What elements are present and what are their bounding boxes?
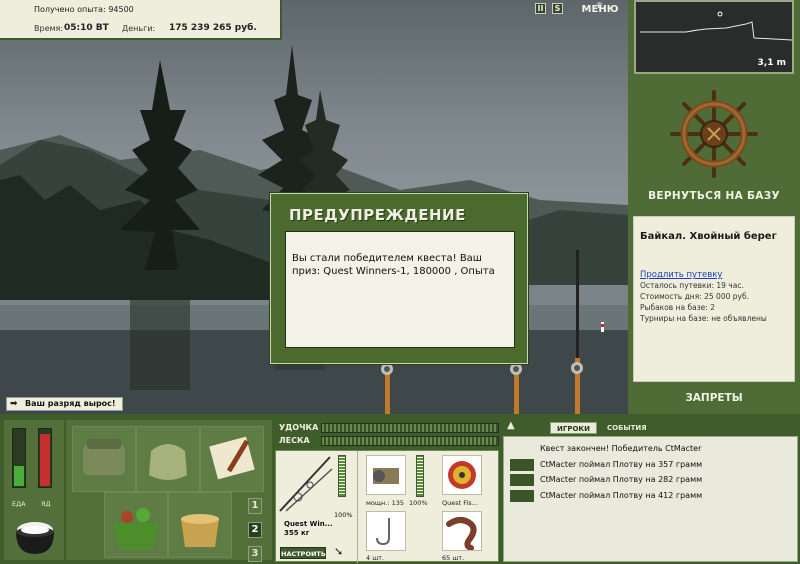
dialog-message: Вы стали победителем квеста! Ваш приз: Q… xyxy=(285,231,515,348)
reel-condition-bar xyxy=(416,455,424,497)
line-spool-icon xyxy=(448,461,476,489)
log-row-text: CtMacter поймал Плотву на 412 грамм xyxy=(540,490,703,500)
pause-button[interactable]: II xyxy=(535,3,546,14)
hook-icon xyxy=(376,518,390,546)
bans-button[interactable]: ЗАПРЕТЫ xyxy=(628,392,800,404)
bait-bag-icon xyxy=(149,444,187,480)
time-value: 05:10 ВТ xyxy=(64,23,109,33)
status-panel: Получено опыта: 94500 Время: 05:10 ВТ Де… xyxy=(0,0,282,40)
basket-icon xyxy=(113,508,159,549)
crown-icon: ♛ xyxy=(596,1,604,10)
tackle-box-item[interactable] xyxy=(72,426,136,492)
line-name: Quest Fis... xyxy=(442,499,478,507)
arrow-right-icon: ➡ xyxy=(10,399,18,409)
experience-text: Получено опыта: 94500 xyxy=(34,5,134,14)
rod-label: УДОЧКА xyxy=(279,423,319,432)
rod-condition-bar xyxy=(338,455,346,497)
log-row: CtMacter поймал Плотву на 412 грамм xyxy=(504,488,797,504)
bottom-panel: ЕДА ЯД 1 2 3 УДОЧКА ЛЕСКА 100% Quest Win… xyxy=(0,414,800,564)
rod-condition: 100% xyxy=(334,511,353,519)
tackle-box-icon xyxy=(83,439,125,475)
fish-icon xyxy=(510,489,534,502)
bait-count: 65 шт. xyxy=(442,554,465,562)
cauldron-icon[interactable] xyxy=(10,516,60,561)
setup-button[interactable]: НАСТРОИТЬ xyxy=(280,547,326,559)
rod-slot[interactable]: 100% Quest Win... 355 кг НАСТРОИТЬ ➘ xyxy=(276,451,358,563)
extend-permit-link[interactable]: Продлить путевку xyxy=(640,270,788,280)
hook-slot[interactable] xyxy=(366,511,406,551)
return-to-base-button[interactable]: ВЕРНУТЬСЯ НА БАЗУ xyxy=(628,190,800,202)
hooks-count: 4 шт. xyxy=(366,554,385,562)
warning-dialog[interactable]: ПРЕДУПРЕЖДЕНИЕ Вы стали победителем квес… xyxy=(270,193,528,364)
tackle-panel: УДОЧКА ЛЕСКА 100% Quest Win... 355 кг НА… xyxy=(275,418,499,563)
top-buttons: II S xyxy=(535,3,563,14)
tab-players[interactable]: ИГРОКИ xyxy=(550,422,597,434)
arrow-down-right-icon: ➘ xyxy=(334,545,344,558)
food-meter-fill xyxy=(14,465,24,486)
line-label: ЛЕСКА xyxy=(279,436,310,445)
location-title: Байкал. Хвойный берег xyxy=(640,231,777,242)
bucket-icon xyxy=(181,514,219,547)
log-row-text: CtMacter поймал Плотву на 282 грамм xyxy=(540,475,703,484)
rank-notice-text: Ваш разряд вырос! xyxy=(25,399,116,408)
permit-remaining: Осталось путевки: 19 час. xyxy=(640,281,744,290)
inventory-page-3[interactable]: 3 xyxy=(248,546,262,562)
log-row: CtMacter поймал Плотву на 357 грамм xyxy=(504,457,797,473)
food-meter xyxy=(12,428,26,488)
fishers-count: Рыбаков на базе: 2 xyxy=(640,303,715,312)
rod-tension-bar xyxy=(321,423,499,433)
fish-icon xyxy=(510,474,534,486)
depth-graph: 3,1 m xyxy=(634,0,794,74)
money-value: 175 239 265 руб. xyxy=(169,23,257,33)
event-log: Квест закончен! Победитель CtMacter CtMa… xyxy=(503,436,798,562)
location-info-panel: Байкал. Хвойный берег Продлить путевку О… xyxy=(633,216,795,382)
needs-panel: ЕДА ЯД xyxy=(4,420,64,560)
reel-power: мощн.: 135 xyxy=(366,499,404,507)
log-row: Квест закончен! Победитель CtMacter xyxy=(504,441,797,457)
ship-wheel-icon[interactable] xyxy=(668,88,760,183)
bait-bag-item[interactable] xyxy=(136,426,200,492)
arrow-up-icon[interactable]: ▲ xyxy=(507,420,515,431)
log-row-text: Квест закончен! Победитель CtMacter xyxy=(540,444,702,453)
worm-icon xyxy=(446,517,477,551)
rank-notice[interactable]: ➡ Ваш разряд вырос! xyxy=(6,397,123,411)
time-label: Время: xyxy=(34,24,64,33)
float-marker-icon xyxy=(717,11,723,17)
log-row-text: CtMacter поймал Плотву на 357 грамм xyxy=(540,459,703,469)
menu-button[interactable]: ♛ МЕНЮ xyxy=(580,0,620,18)
reel-slot[interactable] xyxy=(366,455,406,495)
log-row: CtMacter поймал Плотву на 282 грамм xyxy=(504,472,797,488)
poison-meter-fill xyxy=(40,433,50,486)
food-label: ЕДА xyxy=(12,500,26,508)
tab-events[interactable]: СОБЫТИЯ xyxy=(601,422,653,434)
poison-label: ЯД xyxy=(41,500,51,508)
fishing-book-item[interactable] xyxy=(200,426,264,492)
depth-value: 3,1 m xyxy=(757,58,786,68)
bait-slot[interactable] xyxy=(442,511,482,551)
reel-icon xyxy=(373,468,399,484)
tackle-slots: 100% Quest Win... 355 кг НАСТРОИТЬ ➘ мощ… xyxy=(275,450,499,563)
right-sidebar: 3,1 m ВЕРНУТЬСЯ НА БАЗУ Байкал. Хвойный … xyxy=(628,0,800,414)
inventory-page-2[interactable]: 2 xyxy=(248,522,262,538)
rod-icon xyxy=(279,456,333,512)
rod-name: Quest Win... xyxy=(284,520,333,528)
line-tension-bar xyxy=(321,436,499,446)
tournaments-status: Турниры на базе: не объявлены xyxy=(640,314,767,323)
inventory-page-1[interactable]: 1 xyxy=(248,498,262,514)
line-slot[interactable] xyxy=(442,455,482,495)
money-label: Деньги: xyxy=(122,24,156,33)
dialog-title: ПРЕДУПРЕЖДЕНИЕ xyxy=(289,206,466,224)
day-cost: Стоимость дня: 25 000 руб. xyxy=(640,292,749,301)
food-basket-item[interactable] xyxy=(104,492,168,558)
events-panel: ▲ ИГРОКИ СОБЫТИЯ Квест закончен! Победит… xyxy=(503,418,798,562)
poison-meter xyxy=(38,428,52,488)
book-icon xyxy=(209,436,255,480)
inventory-panel: 1 2 3 xyxy=(66,420,272,562)
fish-icon xyxy=(510,458,534,471)
rod-weight: 355 кг xyxy=(284,529,310,537)
reel-condition: 100% xyxy=(409,499,428,507)
sound-button[interactable]: S xyxy=(552,3,563,14)
bucket-item[interactable] xyxy=(168,492,232,558)
